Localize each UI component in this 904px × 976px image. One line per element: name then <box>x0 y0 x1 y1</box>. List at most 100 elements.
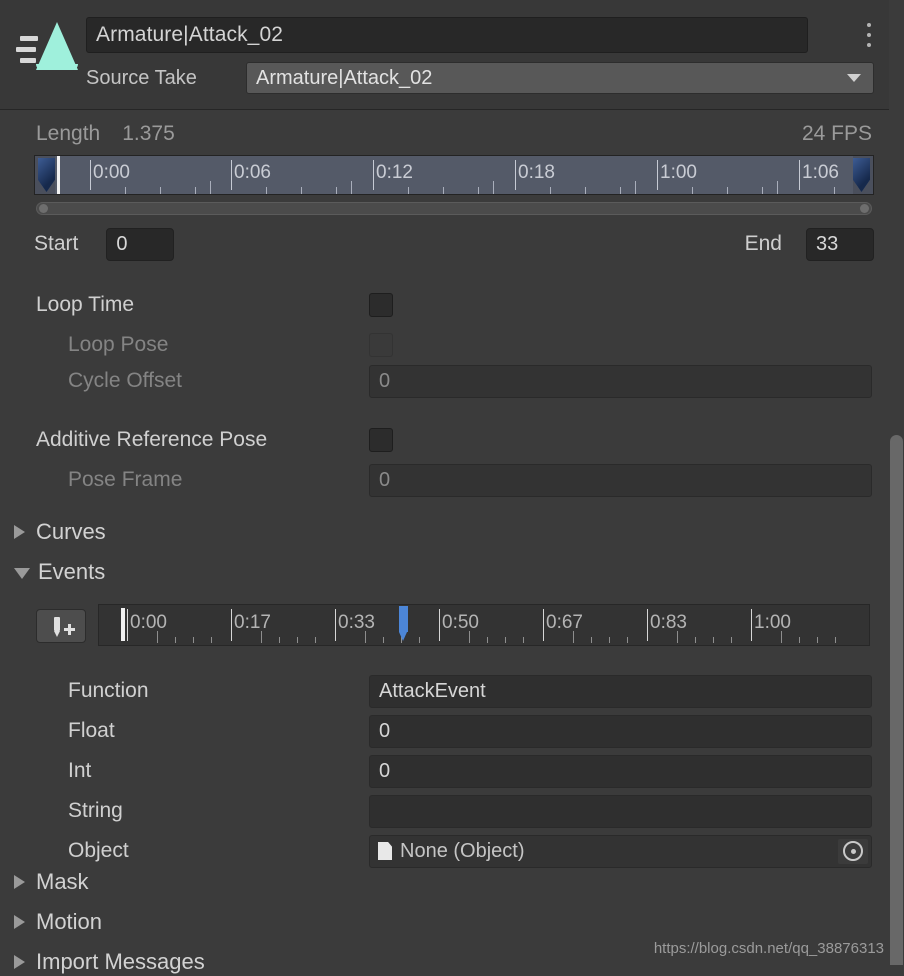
start-label: Start <box>34 232 79 255</box>
picker-dot <box>850 848 856 854</box>
chevron-right-icon <box>14 875 25 889</box>
event-tick <box>731 637 732 643</box>
speed-line-2 <box>16 47 36 52</box>
inspector-scrollbar-thumb[interactable] <box>890 435 903 965</box>
foldout-curves[interactable]: Curves <box>14 518 106 546</box>
ruler-tick <box>585 187 586 194</box>
mask-label: Mask <box>36 869 89 894</box>
start-value: 0 <box>116 232 128 255</box>
object-field[interactable]: None (Object) <box>369 834 872 868</box>
loop-pose-label: Loop Pose <box>68 333 169 356</box>
events-timeline-ruler[interactable]: 0:00 0:17 0:33 0:50 0:67 0:83 1:00 <box>98 604 870 646</box>
event-int-row: Int 0 <box>68 754 872 788</box>
zoom-handle-right[interactable] <box>860 204 869 213</box>
event-string-row: String <box>68 794 872 828</box>
clip-end-handle[interactable] <box>853 158 870 192</box>
additive-reference-pose-checkbox[interactable] <box>369 428 393 452</box>
int-value: 0 <box>379 759 391 782</box>
kebab-menu-icon[interactable] <box>860 20 878 50</box>
picker-ring <box>843 841 863 861</box>
clip-length-row: Length 1.375 24 FPS <box>36 120 872 148</box>
ruler-tick <box>443 187 444 194</box>
event-tick <box>211 637 212 643</box>
string-input[interactable] <box>369 794 872 828</box>
foldout-import-messages[interactable]: Import Messages <box>14 948 205 976</box>
ruler-tick <box>620 187 621 194</box>
loop-time-row: Loop Time <box>36 290 872 320</box>
loop-pose-row: Loop Pose <box>36 330 872 360</box>
event-tick <box>505 637 506 643</box>
fps-value: 24 FPS <box>801 122 872 145</box>
animation-event-marker[interactable] <box>399 606 408 641</box>
event-tick <box>487 637 488 643</box>
int-input[interactable]: 0 <box>369 754 872 788</box>
source-take-label: Source Take <box>86 66 197 89</box>
pose-frame-input[interactable]: 0 <box>369 463 872 497</box>
ruler-tick <box>727 187 728 194</box>
event-ruler-label: 0:00 <box>130 612 167 633</box>
function-value: AttackEvent <box>379 679 486 702</box>
clip-timeline-ruler[interactable]: 0:00 0:06 0:12 0:18 1:00 1:06 <box>34 155 874 195</box>
events-playhead[interactable] <box>121 608 125 641</box>
ruler-tick <box>195 187 196 194</box>
event-tick <box>297 637 298 643</box>
ruler-label: 0:00 <box>93 162 130 183</box>
foldout-events[interactable]: Events <box>14 558 105 586</box>
foldout-motion[interactable]: Motion <box>14 908 102 936</box>
ruler-tick <box>125 187 126 194</box>
object-value: None (Object) <box>400 839 525 862</box>
add-event-button[interactable] <box>36 609 86 643</box>
object-picker-icon[interactable] <box>838 838 868 864</box>
timeline-range <box>55 156 853 194</box>
animation-clip-icon <box>14 18 78 76</box>
start-end-row: Start 0 End 33 <box>34 225 874 263</box>
loop-time-checkbox[interactable] <box>369 293 393 317</box>
chevron-down-icon <box>847 74 861 82</box>
pose-frame-value: 0 <box>379 468 391 491</box>
foldout-mask[interactable]: Mask <box>14 868 89 896</box>
source-take-dropdown[interactable]: Armature|Attack_02 <box>246 62 874 94</box>
timeline-zoom-scrollbar[interactable] <box>36 202 872 215</box>
plus-icon-vertical <box>68 624 71 635</box>
inspector-scrollbar-track[interactable] <box>889 0 904 970</box>
cycle-offset-input[interactable]: 0 <box>369 364 872 398</box>
cycle-offset-label: Cycle Offset <box>68 369 182 392</box>
end-frame-input[interactable]: 33 <box>806 227 874 261</box>
kebab-dot-2 <box>867 33 871 37</box>
ruler-tick <box>550 187 551 194</box>
float-input[interactable]: 0 <box>369 714 872 748</box>
length-label: Length <box>36 122 101 145</box>
function-label: Function <box>68 679 149 702</box>
ruler-label: 0:18 <box>518 162 555 183</box>
timeline-playhead[interactable] <box>57 156 60 194</box>
import-messages-label: Import Messages <box>36 949 205 974</box>
pose-frame-label: Pose Frame <box>68 468 183 491</box>
ruler-tick <box>762 187 763 194</box>
clip-name-input[interactable]: Armature|Attack_02 <box>86 17 808 53</box>
loop-time-label: Loop Time <box>36 293 135 316</box>
event-tick <box>193 637 194 643</box>
ruler-tick <box>210 181 211 194</box>
event-ruler-label: 0:33 <box>338 612 375 633</box>
event-tick <box>175 637 176 643</box>
event-ruler-label: 0:17 <box>234 612 271 633</box>
watermark: https://blog.csdn.net/qq_38876313 <box>653 940 884 957</box>
curves-label: Curves <box>36 519 106 544</box>
ruler-tick <box>834 187 835 194</box>
document-icon <box>378 842 392 860</box>
ruler-tick <box>160 187 161 194</box>
inspector-header: Armature|Attack_02 Source Take Armature|… <box>0 0 904 110</box>
zoom-handle-left[interactable] <box>39 204 48 213</box>
function-input[interactable]: AttackEvent <box>369 674 872 708</box>
start-frame-input[interactable]: 0 <box>106 227 175 261</box>
event-tick <box>279 637 280 643</box>
clip-start-handle[interactable] <box>38 158 55 192</box>
ruler-tick <box>777 181 778 194</box>
loop-pose-checkbox[interactable] <box>369 333 393 357</box>
event-function-row: Function AttackEvent <box>68 674 872 708</box>
cycle-offset-row: Cycle Offset 0 <box>36 364 872 398</box>
float-value: 0 <box>379 719 391 742</box>
event-tick <box>609 637 610 643</box>
event-marker-icon <box>54 617 60 637</box>
ruler-tick <box>336 187 337 194</box>
